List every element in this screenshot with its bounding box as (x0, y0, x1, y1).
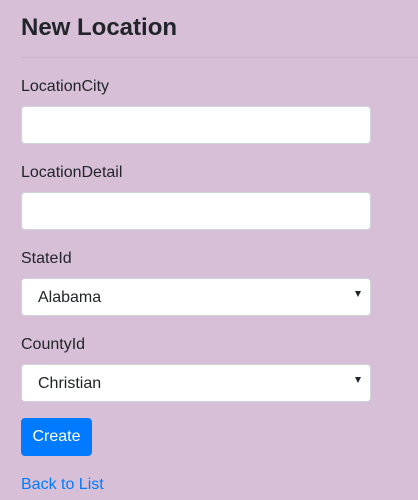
county-id-select[interactable]: Christian (21, 364, 371, 402)
create-location-page: New Location LocationCity LocationDetail… (21, 0, 418, 500)
location-detail-input[interactable] (21, 192, 371, 230)
state-id-select[interactable]: Alabama (21, 278, 371, 316)
location-city-input[interactable] (21, 106, 371, 144)
state-id-selected-value: Alabama (38, 289, 102, 306)
create-button[interactable]: Create (21, 418, 92, 456)
back-to-list-link[interactable]: Back to List (21, 475, 104, 495)
chevron-down-icon (355, 377, 361, 383)
title-divider (21, 57, 418, 58)
county-id-selected-value: Christian (38, 375, 102, 392)
location-detail-label: LocationDetail (21, 164, 123, 181)
chevron-down-icon (355, 291, 361, 297)
state-id-label: StateId (21, 250, 72, 267)
location-city-label: LocationCity (21, 78, 110, 95)
page-title: New Location (21, 14, 178, 41)
county-id-label: CountyId (21, 336, 86, 353)
